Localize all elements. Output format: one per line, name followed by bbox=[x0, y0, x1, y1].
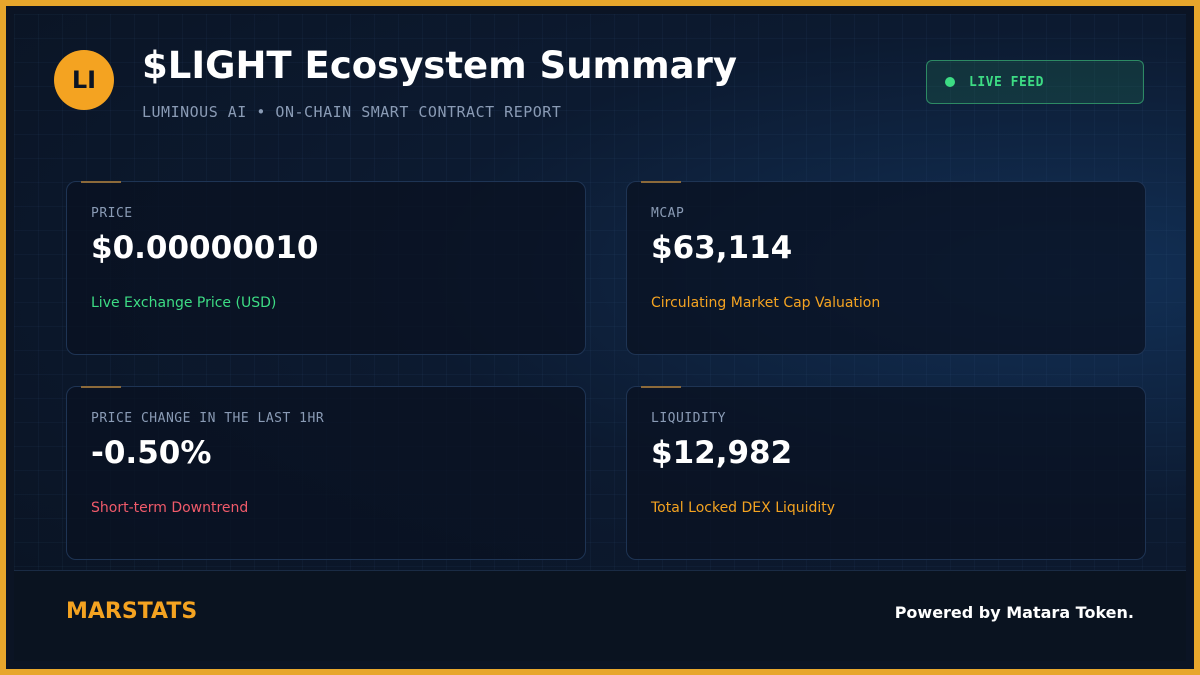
report-panel: LI $LIGHT Ecosystem Summary LUMINOUS AI … bbox=[14, 14, 1186, 661]
token-logo: LI bbox=[54, 50, 114, 110]
page-title: $LIGHT Ecosystem Summary bbox=[142, 44, 737, 87]
live-feed-badge[interactable]: LIVE FEED bbox=[926, 60, 1144, 104]
footer-brand: MARSTATS bbox=[66, 599, 198, 624]
price-caption: Live Exchange Price (USD) bbox=[91, 295, 277, 311]
mcap-caption: Circulating Market Cap Valuation bbox=[651, 295, 881, 311]
liquidity-card: LIQUIDITY $12,982 Total Locked DEX Liqui… bbox=[626, 386, 1146, 560]
mcap-card: MCAP $63,114 Circulating Market Cap Valu… bbox=[626, 181, 1146, 355]
liquidity-value: $12,982 bbox=[651, 435, 793, 471]
price-change-card: PRICE CHANGE IN THE LAST 1HR -0.50% Shor… bbox=[66, 386, 586, 560]
liquidity-caption: Total Locked DEX Liquidity bbox=[651, 500, 836, 516]
page-subtitle: LUMINOUS AI • ON-CHAIN SMART CONTRACT RE… bbox=[142, 103, 562, 121]
price-change-caption: Short-term Downtrend bbox=[91, 500, 249, 516]
price-value: $0.00000010 bbox=[91, 230, 319, 266]
price-change-label: PRICE CHANGE IN THE LAST 1HR bbox=[91, 411, 325, 426]
live-status-dot-icon bbox=[945, 77, 955, 87]
powered-by-text: Powered by Matara Token. bbox=[894, 603, 1134, 622]
price-card: PRICE $0.00000010 Live Exchange Price (U… bbox=[66, 181, 586, 355]
price-change-value: -0.50% bbox=[91, 435, 212, 471]
mcap-label: MCAP bbox=[651, 206, 685, 221]
mcap-value: $63,114 bbox=[651, 230, 793, 266]
report-frame: LI $LIGHT Ecosystem Summary LUMINOUS AI … bbox=[0, 0, 1200, 675]
live-feed-label: LIVE FEED bbox=[969, 74, 1044, 90]
footer: MARSTATS Powered by Matara Token. bbox=[14, 570, 1186, 661]
price-label: PRICE bbox=[91, 206, 133, 221]
liquidity-label: LIQUIDITY bbox=[651, 411, 726, 426]
